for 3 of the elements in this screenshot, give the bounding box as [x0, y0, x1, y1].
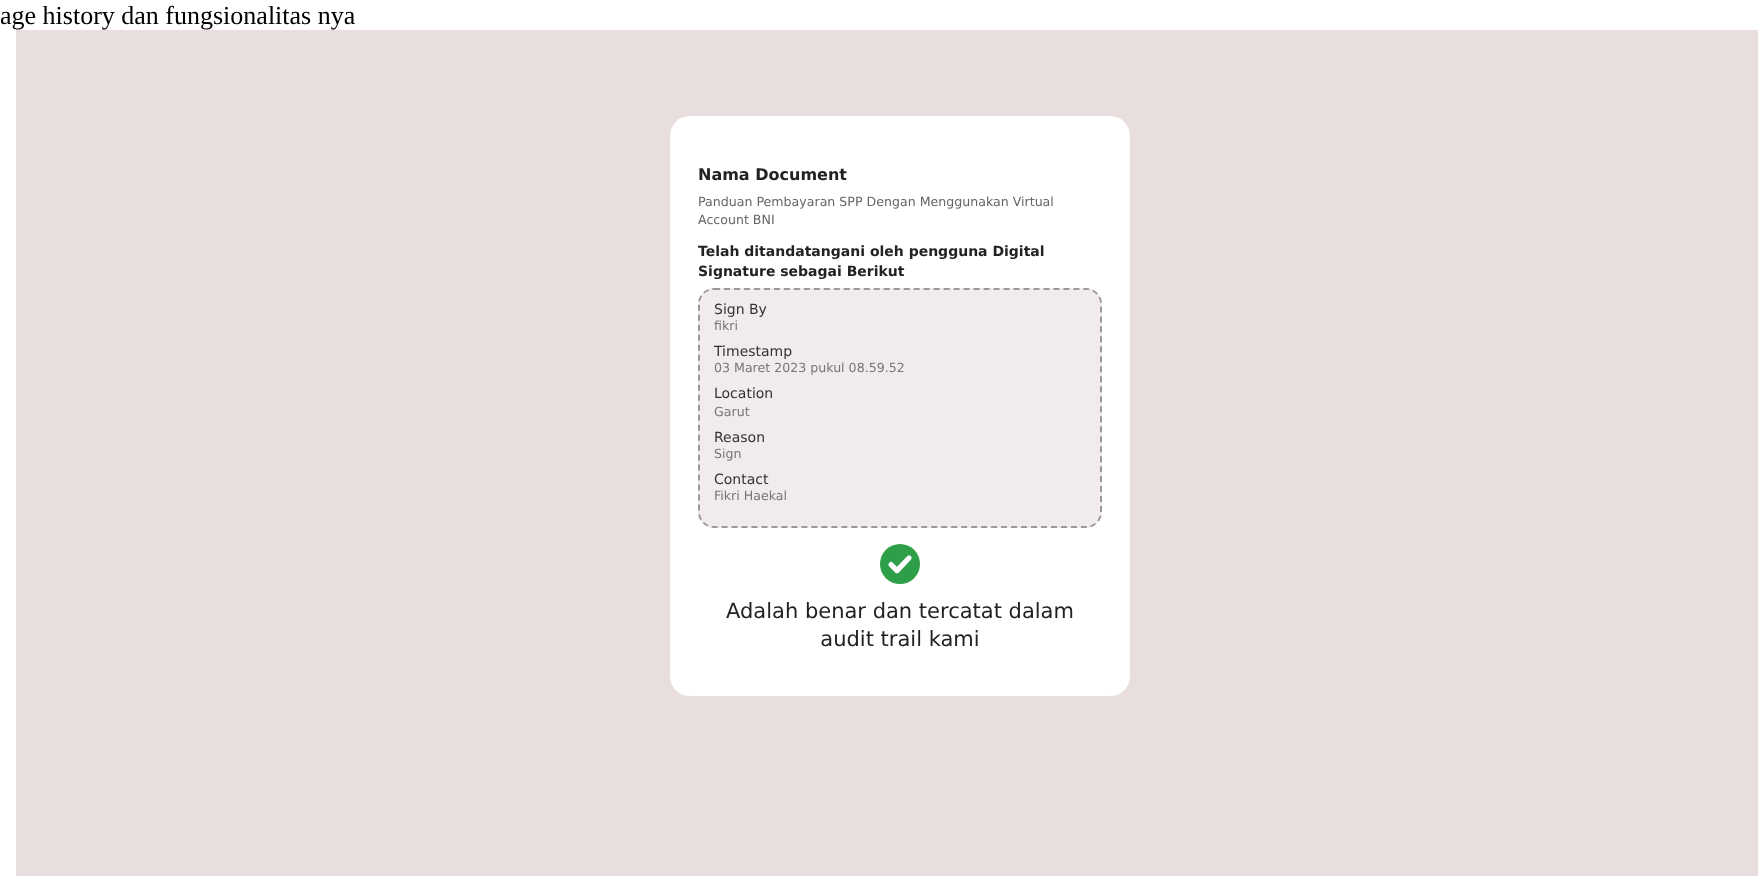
- verification-message: Adalah benar dan tercatat dalam audit trail kami: [724, 600, 1076, 656]
- card-title: Nama Document: [698, 164, 849, 188]
- document-caption: age history dan fungsionalitas nya: [0, 0, 356, 30]
